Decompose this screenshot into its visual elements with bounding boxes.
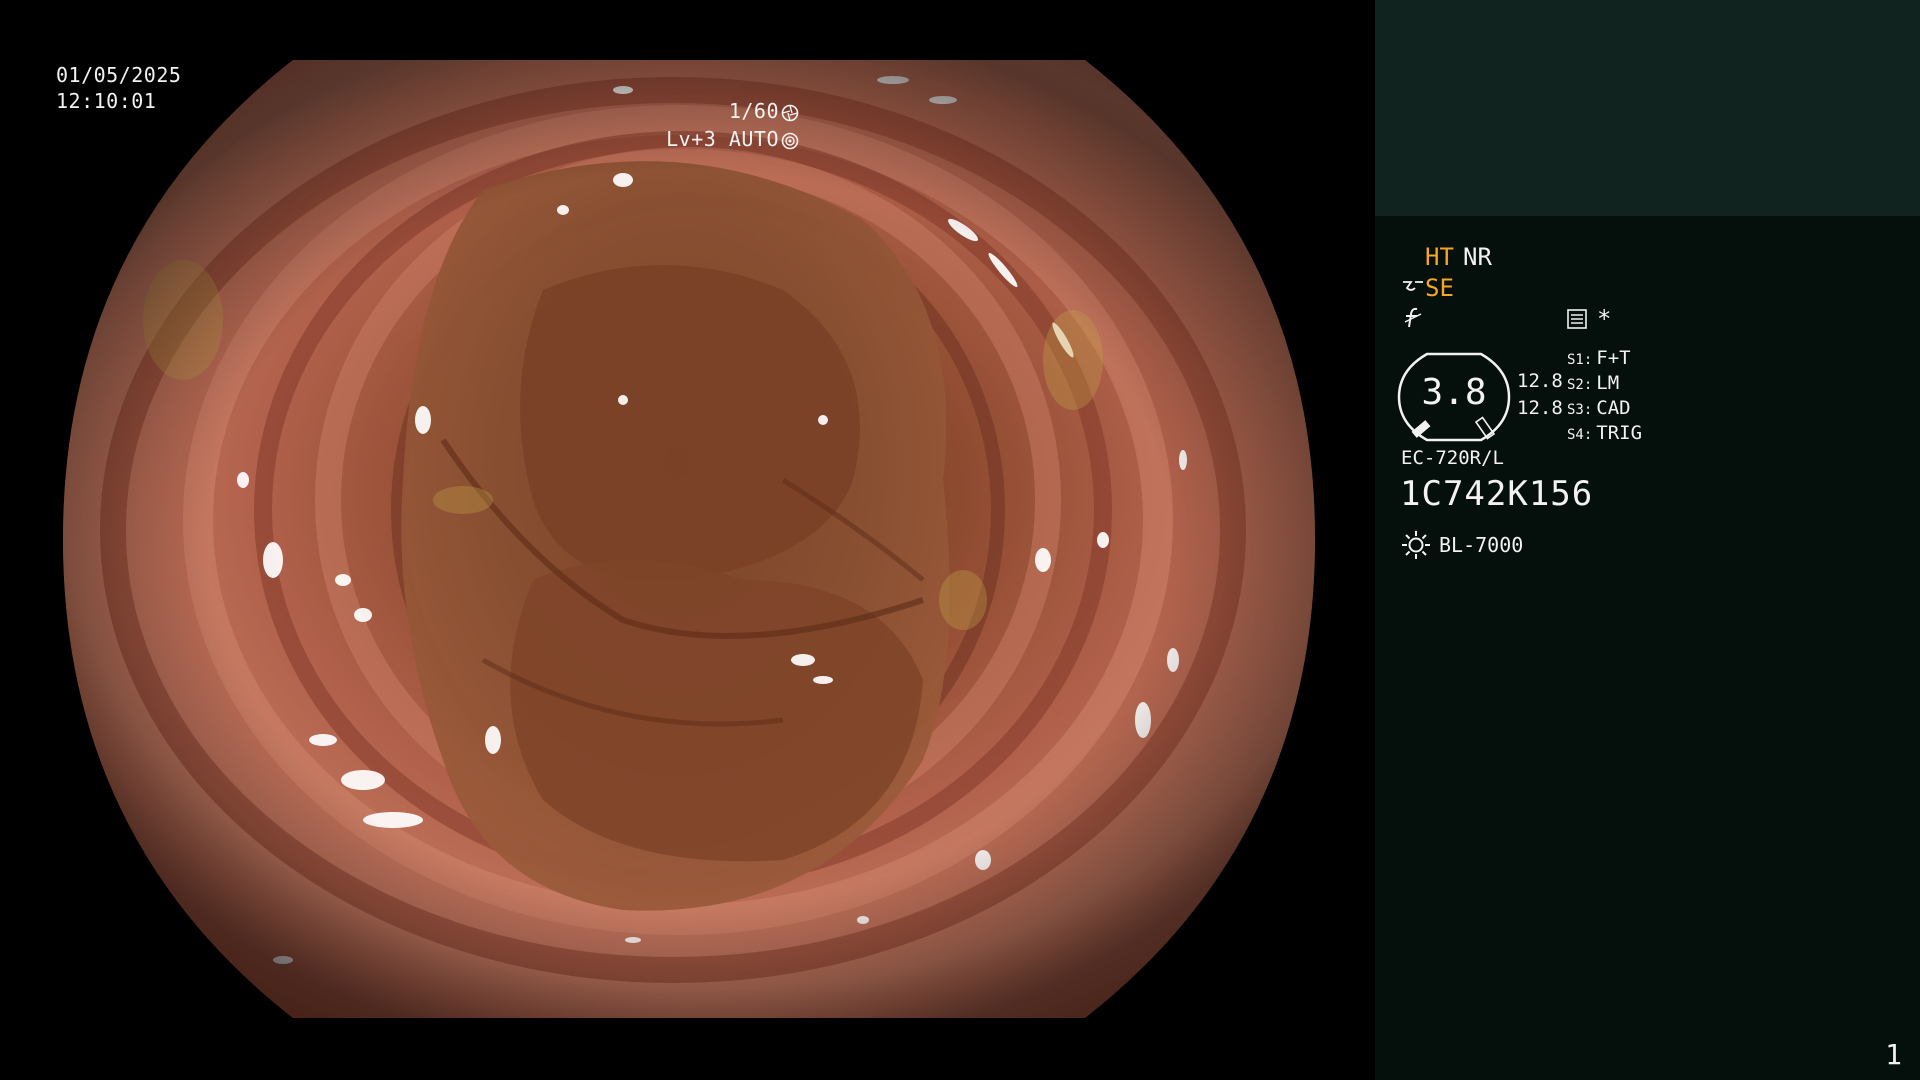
- switch-assignment-s1: S1: F+T: [1567, 347, 1631, 369]
- brightness-level-value: Lv+3 AUTO: [666, 127, 779, 151]
- switch-value: LM: [1596, 372, 1620, 394]
- page-number: 1: [1885, 1038, 1902, 1071]
- info-panel-header-block: [1375, 0, 1920, 216]
- sun-icon: [1402, 531, 1430, 559]
- gauge-value-lower: 12.8: [1517, 397, 1563, 419]
- asterisk-indicator: *: [1597, 305, 1612, 333]
- info-panel: HT NR SE * 3.8 12.8 12.8 S1:F+T S2:LM: [1375, 0, 1920, 1080]
- endoscopy-monitor-screen: 01/05/2025 12:10:01 1/60 Lv+3 AUTO HT NR…: [0, 0, 1920, 1080]
- scope-model-label: EC-720R/L: [1401, 447, 1504, 469]
- date-readout: 01/05/2025: [56, 63, 182, 87]
- time-readout: 12:10:01: [56, 89, 157, 113]
- ht-indicator: HT: [1425, 243, 1454, 271]
- gauge-value: 3.8: [1421, 372, 1487, 413]
- endoscopic-colon-image: [63, 60, 1315, 1018]
- brightness-level-readout: Lv+3 AUTO: [666, 126, 799, 152]
- endoscope-image-area: 01/05/2025 12:10:01 1/60 Lv+3 AUTO: [0, 0, 1375, 1080]
- enhancement-icon: [1403, 281, 1423, 291]
- nr-indicator: NR: [1463, 243, 1492, 271]
- switch-value: TRIG: [1596, 422, 1643, 444]
- switch-assignment-s4: S4: TRIG: [1567, 422, 1642, 444]
- switch-key: S2:: [1567, 377, 1593, 393]
- memo-icon: [1567, 309, 1587, 329]
- switch-value: F+T: [1596, 347, 1631, 369]
- switch-value: CAD: [1596, 397, 1631, 419]
- switch-key: S4:: [1567, 427, 1593, 443]
- se-indicator: SE: [1425, 274, 1454, 302]
- auto-iris-icon: [781, 132, 799, 149]
- switch-key: S3:: [1567, 402, 1593, 418]
- shutter-speed-readout: 1/60: [729, 98, 799, 124]
- aperture-icon: [781, 104, 799, 121]
- f-slash-icon: [1404, 307, 1422, 328]
- switch-key: S1:: [1567, 352, 1593, 368]
- switch-assignment-s2: S2: LM: [1567, 372, 1619, 394]
- switch-assignment-s3: S3: CAD: [1567, 397, 1631, 419]
- gauge-value-upper: 12.8: [1517, 370, 1563, 392]
- shutter-speed-value: 1/60: [728, 99, 779, 123]
- light-source-label: BL-7000: [1439, 533, 1524, 557]
- scope-serial-number: 1C742K156: [1400, 474, 1594, 514]
